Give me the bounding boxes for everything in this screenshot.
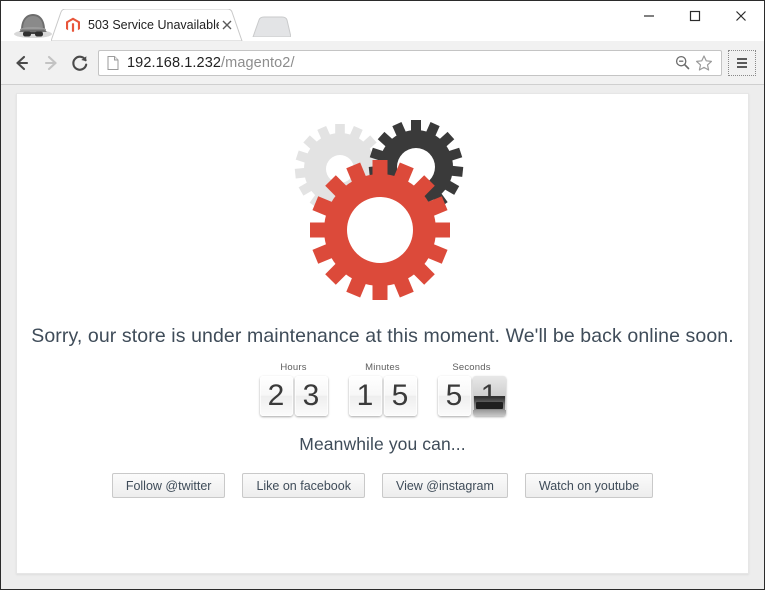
flip-top-half: 1: [472, 376, 506, 396]
countdown-digit: 2: [259, 376, 293, 416]
maintenance-page: Sorry, our store is under maintenance at…: [16, 93, 749, 574]
countdown-digits-seconds: 5 1: [437, 376, 506, 416]
countdown-unit-hours: Hours 2 3: [259, 362, 328, 416]
flip-bottom-half: [475, 402, 503, 409]
countdown-unit-minutes: Minutes 1 5: [348, 362, 417, 416]
tab-title: 503 Service Unavailable: [88, 18, 219, 32]
countdown-label-seconds: Seconds: [452, 362, 491, 373]
countdown-digit: 3: [294, 376, 328, 416]
maximize-icon[interactable]: [672, 1, 718, 31]
countdown-digits-minutes: 1 5: [348, 376, 417, 416]
url-host: 192.168.1.232: [127, 54, 222, 71]
forward-arrow-icon: [36, 48, 65, 77]
star-icon[interactable]: [693, 52, 715, 74]
document-icon: [105, 55, 121, 71]
watch-youtube-button[interactable]: Watch on youtube: [524, 473, 654, 498]
countdown-label-minutes: Minutes: [365, 362, 400, 373]
browser-window: 503 Service Unavailable 192.168.1.232/ma…: [0, 0, 765, 590]
like-facebook-button[interactable]: Like on facebook: [242, 473, 365, 498]
url-path: /magento2/: [221, 54, 295, 71]
minimize-icon[interactable]: [626, 1, 672, 31]
new-tab-button[interactable]: [251, 15, 292, 38]
browser-toolbar: 192.168.1.232/magento2/: [1, 41, 764, 85]
countdown-digit: 5: [383, 376, 417, 416]
close-window-icon[interactable]: [718, 1, 764, 31]
reload-icon[interactable]: [65, 48, 94, 77]
countdown-digit: 5: [437, 376, 471, 416]
zoom-out-magnifier-icon[interactable]: [671, 52, 693, 74]
close-icon[interactable]: [219, 17, 235, 33]
tab-503-service-unavailable[interactable]: 503 Service Unavailable: [51, 9, 243, 41]
countdown-digit-flipping: 1: [472, 376, 506, 416]
countdown-digits-hours: 2 3: [259, 376, 328, 416]
social-buttons-row: Follow @twitter Like on facebook View @i…: [111, 473, 654, 498]
incognito-spy-icon[interactable]: [11, 9, 55, 39]
page-viewport: Sorry, our store is under maintenance at…: [1, 85, 764, 589]
window-controls: [626, 1, 764, 31]
page-headline: Sorry, our store is under maintenance at…: [31, 325, 734, 347]
flip-base: [472, 410, 506, 416]
address-bar[interactable]: 192.168.1.232/magento2/: [98, 49, 722, 76]
magento-logo-icon: [65, 17, 81, 33]
countdown-label-hours: Hours: [280, 362, 307, 373]
view-instagram-button[interactable]: View @instagram: [381, 473, 508, 498]
tab-strip: 503 Service Unavailable: [1, 1, 764, 41]
countdown-timer: Hours 2 3 Minutes 1 5 Seconds 5 1: [259, 362, 506, 416]
url-text: 192.168.1.232/magento2/: [127, 55, 295, 71]
follow-twitter-button[interactable]: Follow @twitter: [111, 473, 226, 498]
meanwhile-text: Meanwhile you can...: [299, 434, 466, 454]
omnibox-actions: [671, 52, 715, 74]
maintenance-gears-icon: [283, 112, 483, 307]
back-arrow-icon[interactable]: [7, 48, 36, 77]
countdown-digit: 1: [348, 376, 382, 416]
countdown-unit-seconds: Seconds 5 1: [437, 362, 506, 416]
hamburger-menu-icon[interactable]: [728, 49, 756, 76]
